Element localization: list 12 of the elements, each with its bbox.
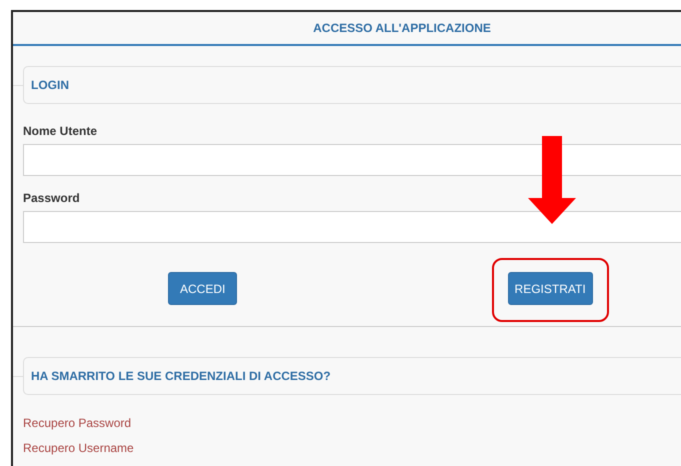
- field-label: Nome Utente: [23, 124, 98, 138]
- recovery-link[interactable]: Recupero Username: [23, 441, 134, 455]
- window-title: ACCESSO ALL'APPLICAZIONE: [313, 21, 491, 35]
- login-button[interactable]: ACCEDI: [168, 272, 238, 305]
- section-title: LOGIN: [31, 78, 69, 92]
- recovery-link[interactable]: Recupero Password: [23, 416, 132, 430]
- register-button[interactable]: REGISTRATI: [508, 272, 593, 305]
- input-field[interactable]: [23, 144, 681, 176]
- down-arrow-icon: [528, 136, 576, 224]
- input-field[interactable]: [23, 211, 681, 243]
- field-label: Password: [23, 191, 80, 205]
- section-title: HA SMARRITO LE SUE CREDENZIALI DI ACCESSO?: [31, 369, 331, 383]
